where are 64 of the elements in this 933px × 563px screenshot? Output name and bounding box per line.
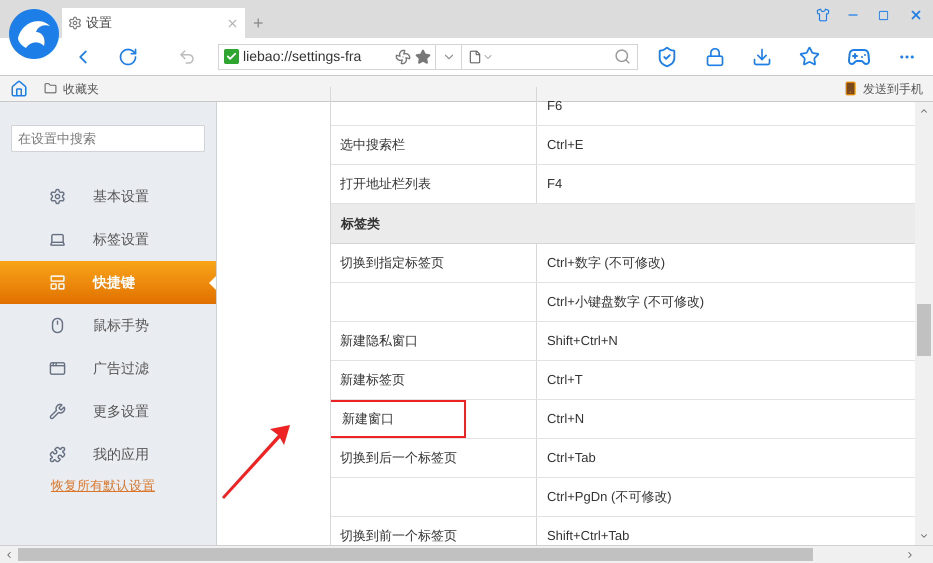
shortcut-keys: Ctrl+PgDn (不可修改) bbox=[547, 487, 672, 507]
send-to-phone[interactable]: 发送到手机 bbox=[863, 80, 923, 98]
shortcut-keys: Ctrl+数字 (不可修改) bbox=[547, 253, 666, 273]
bookmark-folder[interactable]: 收藏夹 bbox=[63, 80, 99, 98]
shortcut-keys: Ctrl+Tab bbox=[547, 448, 596, 468]
sidebar-item[interactable]: 鼠标手势 bbox=[0, 304, 216, 347]
pointer-icon bbox=[209, 276, 216, 290]
sidebar-item[interactable]: 我的应用 bbox=[0, 433, 216, 476]
laptop-icon bbox=[49, 231, 66, 248]
sidebar-item[interactable]: 基本设置 bbox=[0, 175, 216, 218]
vertical-scrollbar[interactable] bbox=[915, 102, 933, 545]
address-bar[interactable]: liebao://settings-fra bbox=[218, 44, 436, 70]
action-label: 切换到指定标签页 bbox=[340, 254, 444, 272]
shortcut-keys: Ctrl+N bbox=[547, 409, 584, 429]
home-icon[interactable] bbox=[10, 80, 28, 98]
browser-tab[interactable]: 设置 bbox=[62, 8, 245, 38]
gear-icon bbox=[49, 188, 66, 205]
shortcut-keys: Shift+Ctrl+Tab bbox=[547, 526, 630, 545]
sidebar-item[interactable]: 标签设置 bbox=[0, 218, 216, 261]
maximize-icon[interactable] bbox=[878, 10, 889, 20]
favorite-icon[interactable] bbox=[799, 46, 820, 67]
shortcut-keys: Ctrl+E bbox=[547, 135, 584, 155]
shirt-icon[interactable] bbox=[816, 8, 830, 22]
action-label: 切换到前一个标签页 bbox=[340, 527, 457, 545]
close-icon[interactable] bbox=[226, 16, 239, 30]
window-icon bbox=[49, 360, 66, 377]
lock-icon[interactable] bbox=[705, 46, 725, 66]
wrench-icon bbox=[49, 403, 66, 420]
scroll-thumb[interactable] bbox=[917, 304, 931, 356]
shortcut-keys: F6 bbox=[547, 96, 562, 116]
action-label: 新建隐私窗口 bbox=[340, 332, 418, 350]
action-label: 新建窗口 bbox=[342, 410, 394, 428]
puzzle-icon bbox=[49, 446, 66, 463]
shortcut-keys: Ctrl+T bbox=[547, 370, 583, 390]
scroll-thumb[interactable] bbox=[18, 548, 813, 561]
horizontal-scrollbar[interactable] bbox=[0, 545, 933, 563]
shortcut-keys: Shift+Ctrl+N bbox=[547, 331, 618, 351]
folder-icon bbox=[44, 82, 57, 95]
page-icon[interactable] bbox=[468, 50, 482, 64]
star-icon[interactable] bbox=[415, 48, 431, 64]
section-header: 标签类 bbox=[331, 204, 915, 244]
check-icon bbox=[224, 49, 239, 64]
mouse-icon bbox=[49, 317, 66, 334]
url-text: liebao://settings-fra bbox=[243, 47, 362, 66]
tab-title: 设置 bbox=[86, 14, 113, 32]
search-icon[interactable] bbox=[614, 48, 631, 65]
shortcut-keys: F4 bbox=[547, 174, 562, 194]
settings-search-field[interactable]: 在设置中搜索 bbox=[11, 125, 205, 152]
action-label: 选中搜索栏 bbox=[340, 136, 405, 154]
shield-icon[interactable] bbox=[656, 46, 678, 68]
phone-icon bbox=[843, 81, 858, 96]
download-icon[interactable] bbox=[752, 46, 772, 66]
reload-icon[interactable] bbox=[118, 46, 138, 66]
action-label: 新建标签页 bbox=[340, 371, 405, 390]
logo-icon bbox=[8, 8, 60, 60]
layout-icon bbox=[49, 274, 66, 291]
shortcut-keys: Ctrl+小键盘数字 (不可修改) bbox=[547, 292, 704, 312]
action-label: 切换到后一个标签页 bbox=[340, 449, 457, 468]
sidebar-item[interactable]: 广告过滤 bbox=[0, 347, 216, 390]
close-icon[interactable] bbox=[909, 8, 923, 22]
sidebar-item[interactable]: 更多设置 bbox=[0, 390, 216, 433]
fan-icon[interactable] bbox=[395, 48, 411, 64]
action-label: 打开地址栏列表 bbox=[340, 175, 431, 194]
settings-icon bbox=[68, 16, 82, 30]
